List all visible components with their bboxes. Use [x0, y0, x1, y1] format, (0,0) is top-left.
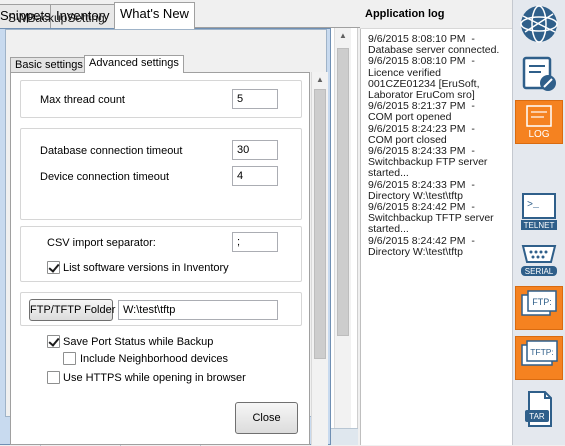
ftp-tftp-folder-button[interactable]: FTP/TFTP Folder — [29, 299, 115, 321]
svg-text:>_: >_ — [527, 200, 540, 211]
include-neighborhood-label: Include Neighborhood devices — [80, 353, 228, 365]
tab-advanced-settings-label: Advanced settings — [89, 57, 179, 69]
max-thread-input[interactable]: 5 — [232, 89, 278, 109]
settings-edit-icon[interactable] — [515, 52, 563, 96]
tftp-icon[interactable]: TFTP: — [515, 336, 563, 380]
serial-icon-label: SERIAL — [525, 267, 554, 276]
csv-separator-input[interactable]: ; — [232, 232, 278, 252]
tab-advanced-settings[interactable]: Advanced settings — [84, 55, 184, 73]
log-entry: 9/6/2015 8:24:33 PM - Directory W:\test\… — [368, 178, 475, 202]
max-thread-label: Max thread count — [40, 94, 125, 106]
dialog-title: SWBackupSetting — [8, 11, 105, 25]
save-port-status-checkbox[interactable] — [47, 335, 60, 348]
csv-separator-label: CSV import separator: — [47, 237, 156, 249]
close-button[interactable]: Close — [235, 402, 298, 434]
log-entry: 9/6/2015 8:24:33 PM - Switchbackup FTP s… — [368, 145, 488, 180]
tab-whats-new[interactable]: What's New — [114, 2, 195, 29]
log-icon[interactable]: LOG — [515, 100, 563, 144]
scroll-thumb[interactable] — [337, 48, 349, 336]
telnet-icon[interactable]: >_ TELNET — [515, 190, 563, 234]
tar-archive-icon[interactable]: TAR — [515, 388, 563, 432]
dialog-scrollbar[interactable]: ▲ — [311, 72, 328, 445]
save-port-status-label: Save Port Status while Backup — [63, 336, 214, 348]
log-entry: 9/6/2015 8:08:10 PM - Licence verified 0… — [368, 55, 480, 102]
use-https-label: Use HTTPS while opening in browser — [63, 372, 246, 384]
log-icon-label: LOG — [528, 129, 549, 140]
application-log-title: Application log — [365, 8, 445, 20]
log-entry: 9/6/2015 8:24:42 PM - Switchbackup TFTP … — [368, 201, 494, 236]
dialog-scroll-thumb[interactable] — [314, 89, 326, 359]
tab-basic-settings[interactable]: Basic settings — [10, 57, 88, 73]
telnet-icon-label: TELNET — [524, 221, 555, 230]
application-log-text: 9/6/2015 8:08:10 PM - Database server co… — [368, 33, 510, 258]
network-globe-icon[interactable] — [515, 2, 563, 46]
include-neighborhood-checkbox[interactable] — [63, 352, 76, 365]
tab-basic-settings-label: Basic settings — [15, 59, 83, 71]
scroll-up-arrow-icon[interactable]: ▲ — [335, 28, 351, 44]
dialog-scroll-up-arrow-icon[interactable]: ▲ — [312, 72, 328, 88]
log-entry: 9/6/2015 8:08:10 PM - Database server co… — [368, 33, 500, 57]
log-entry: 9/6/2015 8:21:37 PM - COM port opened — [368, 100, 475, 124]
ftp-icon[interactable]: FTP: — [515, 286, 563, 330]
tar-icon-label: TAR — [529, 412, 545, 421]
tab-whats-new-label: What's New — [120, 6, 189, 21]
log-entry: 9/6/2015 8:24:23 PM - COM port closed — [368, 122, 475, 146]
ftp-folder-path-input[interactable]: W:\test\tftp — [118, 300, 278, 320]
log-entry: 9/6/2015 8:24:42 PM - Directory W:\test\… — [368, 234, 475, 258]
device-timeout-input[interactable]: 4 — [232, 166, 278, 186]
serial-icon[interactable]: SERIAL — [515, 238, 563, 282]
tftp-icon-label: TFTP: — [530, 347, 554, 357]
use-https-checkbox[interactable] — [47, 371, 60, 384]
list-software-checkbox[interactable] — [47, 261, 60, 274]
device-timeout-label: Device connection timeout — [40, 171, 170, 183]
main-scrollbar[interactable]: ▲ — [334, 28, 351, 428]
db-timeout-input[interactable]: 30 — [232, 140, 278, 160]
list-software-label: List software versions in Inventory — [63, 262, 229, 274]
ftp-icon-label: FTP: — [532, 297, 552, 307]
db-timeout-label: Database connection timeout — [40, 145, 183, 157]
